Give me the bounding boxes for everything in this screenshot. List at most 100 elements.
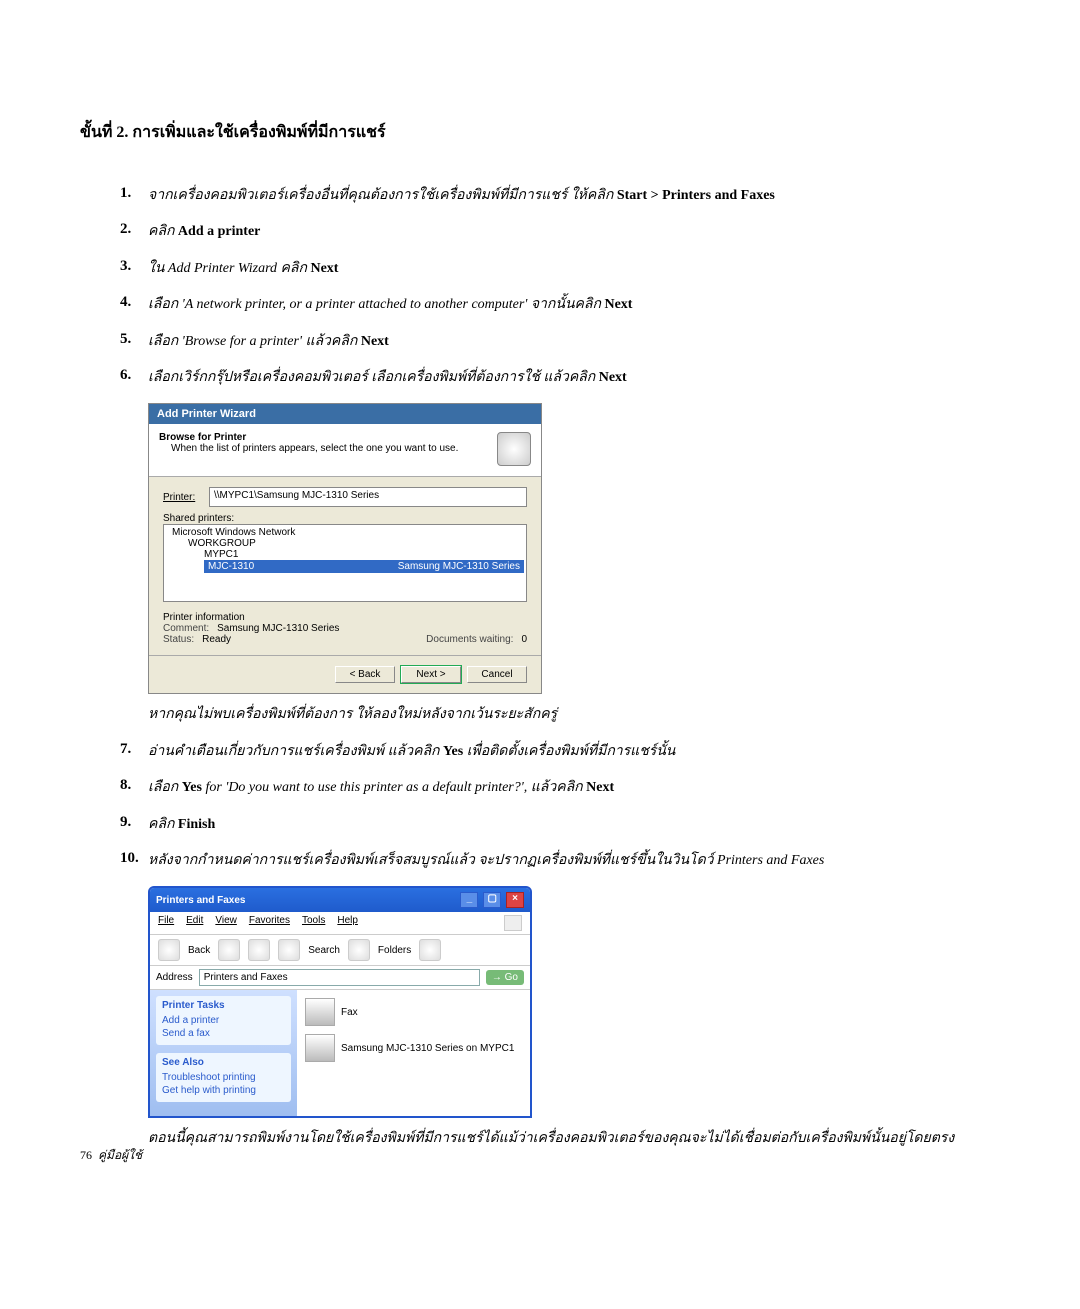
menu-view[interactable]: View [215,915,237,931]
step-bold: Next [586,780,614,795]
step-number: 3. [120,258,148,275]
address-input[interactable]: Printers and Faxes [199,969,480,986]
page-number: 76 [80,1148,92,1162]
up-icon[interactable] [248,939,270,961]
tree-item-selected[interactable]: MJC-1310 Samsung MJC-1310 Series [204,560,524,573]
menu-tools[interactable]: Tools [302,915,325,931]
menu-file[interactable]: File [158,915,174,931]
menu-favorites[interactable]: Favorites [249,915,290,931]
step-bold: Finish [178,817,215,832]
items-pane[interactable]: Fax Samsung MJC-1310 Series on MYPC1 [297,990,530,1116]
step-3: 3. ใน Add Printer Wizard คลิก Next [120,258,1000,280]
docs-waiting-label: Documents waiting: [426,634,513,645]
menu-help[interactable]: Help [337,915,358,931]
step-bold: Next [310,261,338,276]
tree-item[interactable]: Microsoft Windows Network [172,527,524,538]
step-bold: Next [361,334,389,349]
maximize-button[interactable]: ▢ [483,892,501,908]
docs-waiting-value: 0 [521,634,527,645]
menu-edit[interactable]: Edit [186,915,203,931]
step-text: คลิก [148,817,178,832]
folders-label[interactable]: Folders [378,945,411,956]
step-number: 4. [120,294,148,311]
closing-text: ตอนนี้คุณสามารถพิมพ์งานโดยใช้เครื่องพิมพ… [148,1128,1000,1150]
dialog-title: Add Printer Wizard [149,404,541,424]
step-text: จากเครื่องคอมพิวเตอร์เครื่องอื่นที่คุณต้… [148,188,617,203]
windows-logo-icon [504,915,522,931]
footer-label: คู่มือผู้ใช้ [98,1148,142,1162]
tasks-pane: Printer Tasks Add a printer Send a fax S… [150,990,297,1116]
step-6: 6. เลือกเวิร์กกรุ๊ปหรือเครื่องคอมพิวเตอร… [120,367,1000,389]
step-bold: Yes [182,780,202,795]
section-heading: ขั้นที่ 2. การเพิ่มและใช้เครื่องพิมพ์ที่… [80,120,1000,145]
step-number: 6. [120,367,148,384]
item-label: Fax [341,1007,358,1018]
step-text: เลือก [148,780,182,795]
step-bold: Add a printer [178,224,260,239]
step-number: 5. [120,331,148,348]
step-7: 7. อ่านคำเตือนเกี่ยวกับการแชร์เครื่องพิม… [120,741,1000,763]
step-4: 4. เลือก 'A network printer, or a printe… [120,294,1000,316]
browse-heading: Browse for Printer [159,432,458,443]
address-label: Address [156,972,193,983]
window-title: Printers and Faxes [156,895,245,906]
next-button[interactable]: Next > [401,666,461,683]
search-label[interactable]: Search [308,945,340,956]
toolbar: Back Search Folders [150,935,530,966]
fax-icon [305,998,335,1026]
add-printer-wizard-dialog: Add Printer Wizard Browse for Printer Wh… [148,403,542,694]
step-text: คลิก [148,224,178,239]
step-text: หลังจากกำหนดค่าการแชร์เครื่องพิมพ์เสร็จส… [148,853,824,868]
printer-label: Printer: [163,492,209,503]
get-help-printing-link[interactable]: Get help with printing [162,1085,285,1096]
step-number: 9. [120,814,148,831]
step-text: ใน Add Printer Wizard คลิก [148,261,310,276]
back-label[interactable]: Back [188,945,210,956]
comment-value: Samsung MJC-1310 Series [217,623,339,634]
printer-input[interactable]: \\MYPC1\Samsung MJC-1310 Series [209,487,527,507]
send-a-fax-link[interactable]: Send a fax [162,1028,285,1039]
go-button[interactable]: → Go [486,970,524,985]
menu-bar[interactable]: File Edit View Favorites Tools Help [150,912,530,935]
printer-tasks-heading: Printer Tasks [162,1000,285,1011]
step-5: 5. เลือก 'Browse for a printer' แล้วคลิก… [120,331,1000,353]
comment-label: Comment: [163,623,209,634]
views-icon[interactable] [419,939,441,961]
step-text: อ่านคำเตือนเกี่ยวกับการแชร์เครื่องพิมพ์ … [148,744,443,759]
list-item[interactable]: Fax [305,998,522,1026]
back-button[interactable]: < Back [335,666,395,683]
tree-item[interactable]: WORKGROUP [188,538,524,549]
step-number: 8. [120,777,148,794]
step-bold: Next [599,370,627,385]
step-1: 1. จากเครื่องคอมพิวเตอร์เครื่องอื่นที่คุ… [120,185,1000,207]
tree-item[interactable]: MYPC1 [204,549,524,560]
step-2: 2. คลิก Add a printer [120,221,1000,243]
step-8: 8. เลือก Yes for 'Do you want to use thi… [120,777,1000,799]
cancel-button[interactable]: Cancel [467,666,527,683]
shared-printers-label: Shared printers: [163,513,527,524]
minimize-button[interactable]: _ [460,892,478,908]
step-bold: Start > Printers and Faxes [617,188,775,203]
folders-icon[interactable] [348,939,370,961]
back-icon[interactable] [158,939,180,961]
add-a-printer-link[interactable]: Add a printer [162,1015,285,1026]
printers-and-faxes-window: Printers and Faxes _ ▢ × File Edit View … [148,886,532,1118]
step-text: เพื่อติดตั้งเครื่องพิมพ์ที่มีการแชร์นั้น [467,744,676,759]
troubleshoot-printing-link[interactable]: Troubleshoot printing [162,1072,285,1083]
step-number: 1. [120,185,148,202]
step-6-note: หากคุณไม่พบเครื่องพิมพ์ที่ต้องการ ให้ลอง… [148,704,1000,726]
browse-subtext: When the list of printers appears, selec… [171,443,458,454]
search-icon[interactable] [278,939,300,961]
list-item[interactable]: Samsung MJC-1310 Series on MYPC1 [305,1034,522,1062]
step-10: 10. หลังจากกำหนดค่าการแชร์เครื่องพิมพ์เส… [120,850,1000,872]
close-button[interactable]: × [506,892,524,908]
forward-icon[interactable] [218,939,240,961]
shared-printers-tree[interactable]: Microsoft Windows Network WORKGROUP MYPC… [163,524,527,602]
see-also-heading: See Also [162,1057,285,1068]
item-label: Samsung MJC-1310 Series on MYPC1 [341,1043,514,1054]
step-number: 7. [120,741,148,758]
tree-sel-name: MJC-1310 [208,561,254,572]
status-value: Ready [202,634,231,645]
step-text: เลือก 'A network printer, or a printer a… [148,297,604,312]
printer-icon [497,432,531,466]
